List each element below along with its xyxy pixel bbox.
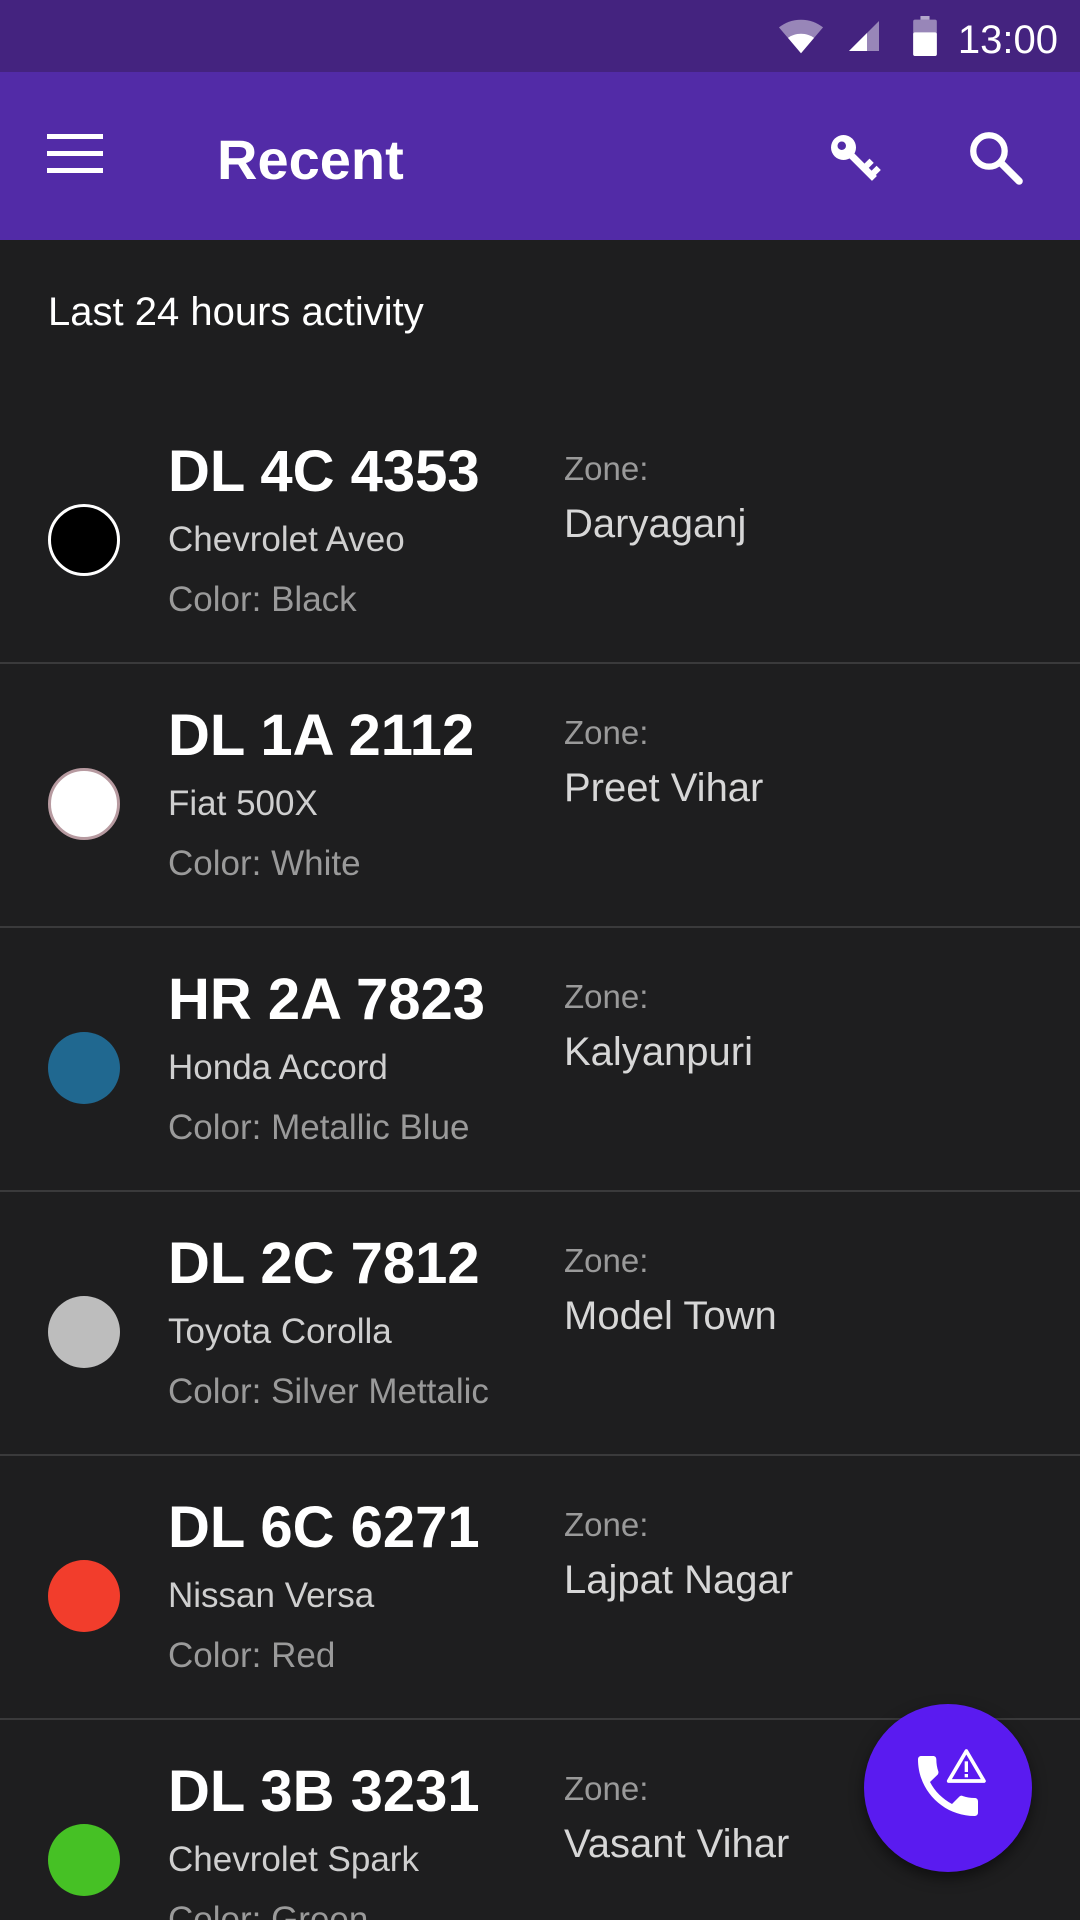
car-color: Color: Green	[168, 1900, 369, 1920]
zone-label: Zone:	[564, 1242, 649, 1279]
section-subheader: Last 24 hours activity	[48, 290, 424, 334]
menu-icon	[47, 133, 103, 179]
plate-number: DL 6C 6271	[168, 1495, 480, 1560]
car-color: Color: Metallic Blue	[168, 1108, 470, 1147]
plate-number: DL 4C 4353	[168, 439, 480, 504]
plate-number: DL 2C 7812	[168, 1231, 480, 1296]
app-bar: Recent	[0, 72, 1080, 240]
color-swatch	[48, 1824, 120, 1896]
key-icon	[825, 129, 885, 194]
zone-name: Vasant Vihar	[564, 1822, 790, 1866]
car-model: Honda Accord	[168, 1048, 388, 1087]
color-swatch	[48, 1296, 120, 1368]
zone-name: Kalyanpuri	[564, 1030, 754, 1074]
zone-label: Zone:	[564, 1506, 649, 1543]
plate-number: DL 3B 3231	[168, 1759, 480, 1824]
page-title: Recent	[217, 128, 404, 191]
emergency-call-icon	[908, 1746, 988, 1831]
zone-label: Zone:	[564, 1770, 649, 1807]
plate-number: HR 2A 7823	[168, 967, 486, 1032]
car-color: Color: Silver Mettalic	[168, 1372, 489, 1411]
color-swatch	[48, 1032, 120, 1104]
car-model: Toyota Corolla	[168, 1312, 392, 1351]
car-color: Color: Red	[168, 1636, 336, 1675]
vehicle-row[interactable]: DL 2C 7812 Toyota Corolla Color: Silver Me…	[0, 1192, 1080, 1456]
car-color: Color: White	[168, 844, 361, 883]
search-button[interactable]	[950, 114, 1040, 204]
signal-icon	[846, 0, 882, 72]
color-swatch	[48, 504, 120, 576]
zone-name: Daryaganj	[564, 502, 747, 546]
vehicle-row[interactable]: DL 6C 6271 Nissan Versa Color: Red Zone: Laj…	[0, 1456, 1080, 1720]
zone-label: Zone:	[564, 978, 649, 1015]
zone-label: Zone:	[564, 714, 649, 751]
status-time: 13:00	[957, 18, 1058, 62]
zone-name: Lajpat Nagar	[564, 1558, 794, 1602]
status-bar: 13:00	[0, 0, 1080, 72]
zone-name: Preet Vihar	[564, 766, 764, 810]
battery-icon	[912, 0, 938, 72]
menu-button[interactable]	[30, 116, 120, 196]
vehicle-list: DL 4C 4353 Chevrolet Aveo Color: Black Zone…	[0, 400, 1080, 1920]
vehicle-row[interactable]: DL 4C 4353 Chevrolet Aveo Color: Black Zone…	[0, 400, 1080, 664]
key-button[interactable]	[810, 116, 900, 206]
car-model: Chevrolet Spark	[168, 1840, 419, 1879]
vehicle-row[interactable]: DL 1A 2112 Fiat 500X Color: White Zone: Pree…	[0, 664, 1080, 928]
zone-label: Zone:	[564, 450, 649, 487]
vehicle-row[interactable]: HR 2A 7823 Honda Accord Color: Metallic Bl…	[0, 928, 1080, 1192]
plate-number: DL 1A 2112	[168, 703, 475, 768]
car-color: Color: Black	[168, 580, 357, 619]
zone-name: Model Town	[564, 1294, 777, 1338]
color-swatch	[48, 768, 120, 840]
wifi-icon	[778, 0, 824, 72]
emergency-call-button[interactable]	[864, 1704, 1032, 1872]
car-model: Nissan Versa	[168, 1576, 375, 1615]
car-model: Fiat 500X	[168, 784, 318, 823]
car-model: Chevrolet Aveo	[168, 520, 405, 559]
search-icon	[966, 128, 1024, 191]
color-swatch	[48, 1560, 120, 1632]
screen: 13:00 Recent Last 24 hours activity DL 4…	[0, 0, 1080, 1920]
